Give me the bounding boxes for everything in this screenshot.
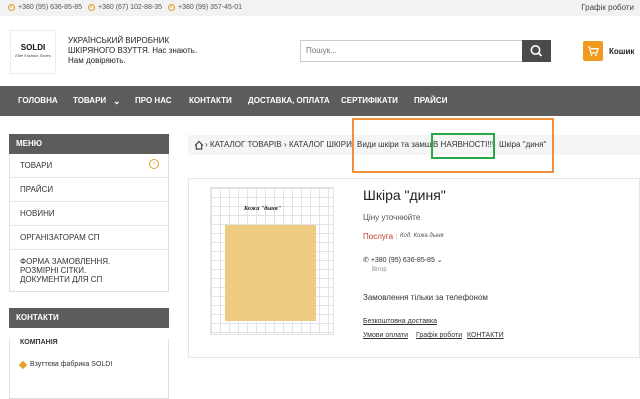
- home-icon[interactable]: [194, 135, 204, 163]
- nav-certificates[interactable]: СЕРТИФІКАТИ: [341, 86, 398, 116]
- sidebar-item-news[interactable]: НОВИНИ: [10, 201, 168, 225]
- nav-about[interactable]: ПРО НАС: [135, 86, 172, 116]
- nav-delivery[interactable]: ДОСТАВКА, ОПЛАТА: [248, 86, 330, 116]
- link-free-delivery[interactable]: Безкоштовна доставка: [363, 318, 437, 325]
- sidebar-contacts: КОНТАКТИ КОМПАНІЯ Взуттєва фабрика SOLDI: [9, 308, 169, 399]
- chevron-down-icon[interactable]: ⌄: [435, 257, 443, 264]
- nav-contacts[interactable]: КОНТАКТИ: [189, 86, 232, 116]
- leather-swatch: [225, 225, 316, 321]
- product-code: Код: Кожа дыня: [400, 233, 444, 239]
- product-phone[interactable]: ✆ +380 (95) 636-85-85 ⌄: [363, 256, 443, 264]
- chevron-down-icon[interactable]: ⌄: [113, 86, 121, 116]
- product-title: Шкіра "диня": [363, 187, 446, 203]
- link-schedule[interactable]: Графік роботи: [416, 332, 462, 339]
- sidebar-menu: МЕНЮ ТОВАРИ › ПРАЙСИ НОВИНИ ОРГАНІЗАТОРАМ…: [9, 134, 169, 292]
- breadcrumb-leather-catalog[interactable]: КАТАЛОГ ШКІРИ: [289, 135, 352, 155]
- sidebar-item-order-form[interactable]: ФОРМА ЗАМОВЛЕННЯ. РОЗМІРНІ СІТКИ. ДОКУМЕ…: [10, 249, 168, 291]
- phone-icon: ✆: [88, 4, 95, 11]
- chevron-right-icon[interactable]: ›: [149, 159, 159, 169]
- contacts-title: КОНТАКТИ: [9, 308, 169, 328]
- diamond-icon: [18, 360, 28, 369]
- phone-2[interactable]: ✆ +380 (67) 102-88-35: [88, 4, 162, 11]
- cart-button[interactable]: [583, 41, 603, 61]
- highlight-box-green: [431, 133, 495, 159]
- nav-home[interactable]: ГОЛОВНА: [18, 86, 58, 116]
- menu-title: МЕНЮ: [9, 134, 169, 154]
- order-note: Замовлення тільки за телефоном: [363, 293, 488, 302]
- search-icon: [530, 45, 543, 57]
- phone-icon: ✆: [363, 257, 371, 264]
- search-button[interactable]: [522, 40, 551, 62]
- schedule-link[interactable]: Графік роботи: [581, 3, 634, 12]
- phone-sub: Вiтор: [372, 267, 387, 273]
- link-contacts[interactable]: КОНТАКТИ: [467, 332, 504, 339]
- link-payment-terms[interactable]: Умови оплати: [363, 332, 408, 339]
- image-caption: Кожа "дыня": [244, 206, 282, 212]
- service-label: Послуга :: [363, 232, 398, 241]
- phone-icon: ✆: [168, 4, 175, 11]
- sidebar-item-prices[interactable]: ПРАЙСИ: [10, 177, 168, 201]
- tagline: УКРАЇНСЬКИЙ ВИРОБНИК ШКІРЯНОГО ВЗУТТЯ. Н…: [68, 36, 198, 65]
- cart-icon: [588, 46, 599, 57]
- price-text: Ціну уточнюйте: [363, 213, 421, 222]
- header: SOLDI Elite Fashion Shoes УКРАЇНСЬКИЙ ВИ…: [0, 16, 640, 86]
- nav-prices[interactable]: ПРАЙСИ: [414, 86, 447, 116]
- cart-label[interactable]: Кошик: [609, 47, 634, 56]
- sidebar-item-products[interactable]: ТОВАРИ ›: [10, 154, 168, 177]
- breadcrumb-catalog[interactable]: КАТАЛОГ ТОВАРІВ: [210, 135, 282, 155]
- search-box: [300, 40, 551, 62]
- search-input[interactable]: [306, 46, 516, 55]
- phone-3[interactable]: ✆ +380 (99) 357-45-01: [168, 4, 242, 11]
- nav-products[interactable]: ТОВАРИ: [73, 86, 106, 116]
- phone-icon: ✆: [8, 4, 15, 11]
- sidebar-item-organizers[interactable]: ОРГАНІЗАТОРАМ СП: [10, 225, 168, 249]
- logo[interactable]: SOLDI Elite Fashion Shoes: [10, 30, 56, 74]
- main-nav: ГОЛОВНА ТОВАРИ ⌄ ПРО НАС КОНТАКТИ ДОСТАВ…: [0, 86, 640, 116]
- company-label: КОМПАНІЯ: [20, 339, 58, 346]
- top-bar: ✆ +380 (95) 636-85-85 ✆ +380 (67) 102-88-3…: [0, 0, 640, 16]
- phone-1[interactable]: ✆ +380 (95) 636-85-85: [8, 4, 82, 11]
- company-name: Взуттєва фабрика SOLDI: [18, 360, 168, 369]
